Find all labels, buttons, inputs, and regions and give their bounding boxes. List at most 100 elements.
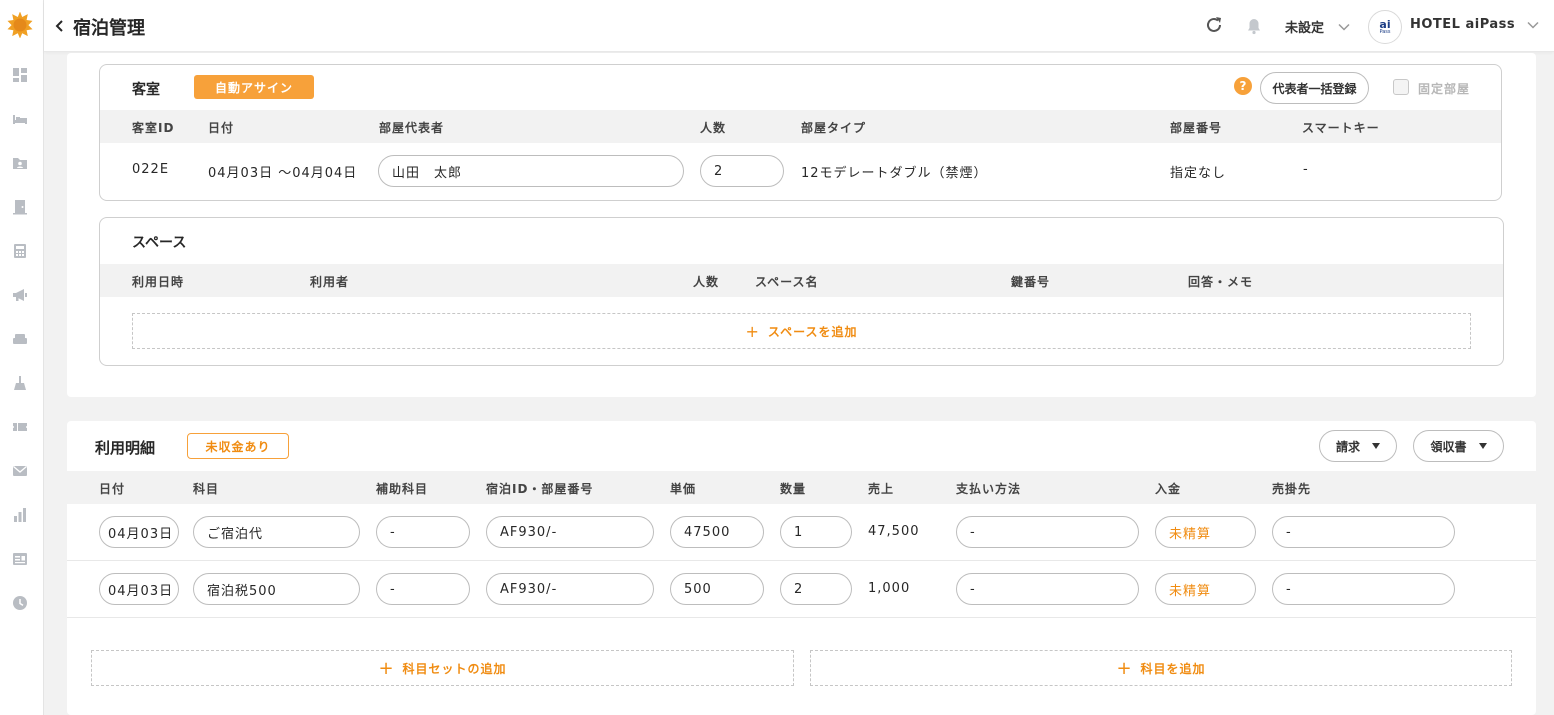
row-divider [67, 617, 1536, 618]
receipt-dropdown-button[interactable]: 領収書 [1413, 430, 1504, 462]
guest-folder-icon[interactable] [11, 154, 29, 172]
hotel-logo-icon[interactable] [7, 12, 33, 38]
col-sales: 売上 [868, 482, 895, 496]
plus-icon: + [1116, 657, 1133, 679]
calculator-icon[interactable] [11, 242, 29, 260]
notification-bell-icon[interactable] [1245, 17, 1263, 35]
col-answer-memo: 回答・メモ [1188, 275, 1254, 289]
subject-input[interactable]: 宿泊税500 [193, 573, 360, 605]
back-chevron-icon[interactable] [52, 17, 66, 35]
mail-icon[interactable] [11, 462, 29, 480]
payment-method-select[interactable]: - [956, 573, 1139, 605]
hotel-select[interactable]: HOTEL aiPass [1410, 17, 1539, 32]
door-icon[interactable] [11, 198, 29, 216]
usage-details-panel: 利用明細 未収金あり 請求 領収書 日付 科目 補助科目 宿泊ID・部屋番号 単… [67, 421, 1536, 715]
deposit-select[interactable]: 未精算 [1155, 516, 1256, 548]
col-receivable: 売掛先 [1272, 482, 1312, 496]
space-section: スペース 利用日時 利用者 人数 スペース名 鍵番号 回答・メモ + スペースを… [99, 217, 1504, 366]
refresh-icon[interactable] [1204, 15, 1224, 35]
caret-down-icon [1372, 443, 1380, 449]
usage-section-label: 利用明細 [95, 439, 156, 457]
invoice-label: 請求 [1335, 439, 1360, 454]
col-room-number: 部屋番号 [1170, 121, 1223, 135]
bar-chart-icon[interactable] [11, 506, 29, 524]
status-select[interactable]: 未設定 [1285, 17, 1350, 36]
add-space-label: スペースを追加 [767, 324, 858, 339]
fixed-room-checkbox[interactable] [1393, 79, 1409, 95]
sidebar [0, 0, 44, 715]
col-unit-price: 単価 [670, 482, 697, 496]
room-id: 022E [132, 162, 170, 177]
add-subject-button[interactable]: + 科目を追加 [810, 650, 1512, 686]
stay-id-input[interactable]: AF930/- [486, 573, 654, 605]
sub-subject-input[interactable]: - [376, 516, 470, 548]
col-deposit: 入金 [1155, 482, 1182, 496]
unit-price-input[interactable]: 47500 [670, 516, 764, 548]
col-people: 人数 [700, 121, 727, 135]
room-space-panel: 客室 自動アサイン ? 代表者一括登録 固定部屋 客室ID 日付 部屋代表者 人… [67, 53, 1536, 397]
megaphone-icon[interactable] [11, 286, 29, 304]
fixed-room-label: 固定部屋 [1418, 82, 1471, 96]
unpaid-badge: 未収金あり [187, 433, 289, 459]
col-usage-datetime: 利用日時 [132, 275, 185, 289]
help-icon[interactable]: ? [1234, 77, 1252, 95]
sub-subject-input[interactable]: - [376, 573, 470, 605]
col-quantity: 数量 [780, 482, 807, 496]
col-payment-method: 支払い方法 [956, 482, 1022, 496]
caret-down-icon [1478, 443, 1487, 449]
invoice-dropdown-button[interactable]: 請求 [1319, 430, 1397, 462]
room-section-label: 客室 [132, 82, 160, 98]
hotel-name: HOTEL aiPass [1410, 17, 1516, 32]
room-date: 04月03日 〜04月04日 [208, 166, 358, 181]
col-key-number: 鍵番号 [1011, 275, 1051, 289]
row-date-input[interactable]: 04月03日 [99, 516, 179, 548]
col-usage-date: 日付 [99, 482, 126, 496]
add-space-button[interactable]: + スペースを追加 [132, 313, 1471, 349]
col-room-id: 客室ID [132, 121, 175, 135]
people-input[interactable]: 2 [700, 155, 784, 187]
hotel-avatar[interactable]: ai Pass [1368, 10, 1402, 44]
plus-icon: + [745, 321, 760, 341]
deposit-select[interactable]: 未精算 [1155, 573, 1256, 605]
chevron-down-icon [1338, 23, 1350, 31]
stay-id-input[interactable]: AF930/- [486, 516, 654, 548]
room-section: 客室 自動アサイン ? 代表者一括登録 固定部屋 客室ID 日付 部屋代表者 人… [99, 64, 1502, 201]
smart-key: - [1303, 162, 1309, 177]
chevron-down-icon [1527, 21, 1539, 29]
payment-method-select[interactable]: - [956, 516, 1139, 548]
unit-price-input[interactable]: 500 [670, 573, 764, 605]
avatar-subtext: Pass [1379, 29, 1391, 35]
ticket-icon[interactable] [11, 418, 29, 436]
dashboard-icon[interactable] [11, 66, 29, 84]
receivable-select[interactable]: - [1272, 516, 1455, 548]
add-subject-set-button[interactable]: + 科目セットの追加 [91, 650, 794, 686]
receivable-select[interactable]: - [1272, 573, 1455, 605]
representative-input[interactable]: 山田 太郎 [378, 155, 684, 187]
col-room-type: 部屋タイプ [801, 121, 867, 135]
col-space-people: 人数 [693, 275, 720, 289]
room-type: 12モデレートダブル（禁煙） [801, 166, 988, 181]
row-divider [67, 560, 1536, 561]
usage-table-header: 日付 科目 補助科目 宿泊ID・部屋番号 単価 数量 売上 支払い方法 入金 売… [67, 471, 1536, 504]
bed-icon[interactable] [11, 110, 29, 128]
clock-icon[interactable] [11, 594, 29, 612]
space-section-label: スペース [132, 235, 187, 251]
col-subject: 科目 [193, 482, 220, 496]
cleaning-icon[interactable] [11, 374, 29, 392]
space-table-header: 利用日時 利用者 人数 スペース名 鍵番号 回答・メモ [100, 264, 1503, 297]
col-space-name: スペース名 [755, 275, 819, 289]
quantity-input[interactable]: 1 [780, 516, 852, 548]
add-subject-set-label: 科目セットの追加 [402, 661, 507, 676]
id-card-icon[interactable] [11, 550, 29, 568]
sales-value: 47,500 [868, 524, 920, 539]
col-representative: 部屋代表者 [379, 121, 445, 135]
col-user: 利用者 [310, 275, 350, 289]
row-date-input[interactable]: 04月03日 [99, 573, 179, 605]
quantity-input[interactable]: 2 [780, 573, 852, 605]
bulk-register-button[interactable]: 代表者一括登録 [1260, 72, 1369, 104]
sofa-icon[interactable] [11, 330, 29, 348]
sales-value: 1,000 [868, 581, 911, 596]
subject-input[interactable]: ご宿泊代 [193, 516, 360, 548]
col-stay-id: 宿泊ID・部屋番号 [486, 482, 594, 496]
auto-assign-button[interactable]: 自動アサイン [194, 75, 314, 99]
